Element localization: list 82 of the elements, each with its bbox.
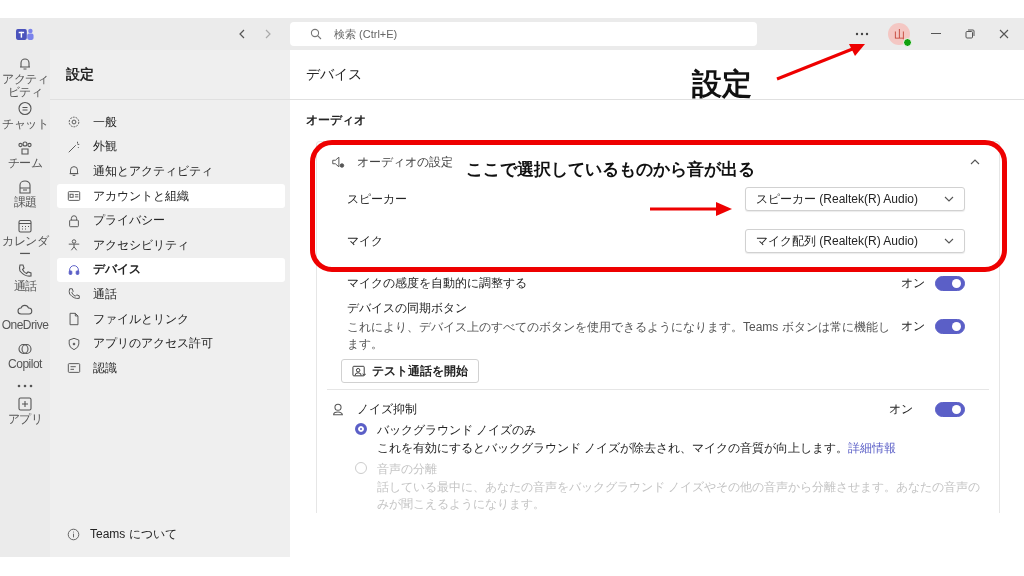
dropdown-label: マイク <box>347 232 383 250</box>
settings-nav-item[interactable]: 認識 <box>57 355 285 381</box>
toggle-switch[interactable] <box>935 319 965 334</box>
phone-icon <box>67 287 81 302</box>
settings-nav-item[interactable]: プライバシー <box>57 208 285 233</box>
setting-label: マイクの感度を自動的に調整する <box>347 274 528 292</box>
app-bar-item[interactable]: 通話 <box>0 263 50 300</box>
app-bar-item[interactable]: Copilot <box>0 341 50 378</box>
info-icon <box>67 528 80 541</box>
speaker-gear-icon <box>331 155 345 169</box>
test-call-button[interactable]: テスト通話を開始 <box>341 359 479 383</box>
chevron-right-icon <box>263 29 273 39</box>
chevron-up-icon <box>970 159 980 165</box>
toggle-state-label: オン <box>889 400 913 418</box>
setting-label: ノイズ抑制 <box>357 400 418 418</box>
id-card-icon <box>67 189 81 204</box>
test-call-icon <box>352 364 366 378</box>
app-bar-item[interactable]: 課題 <box>0 179 50 216</box>
toggle-switch[interactable] <box>935 401 965 417</box>
close-icon <box>999 29 1009 39</box>
toggle-state-label: オン <box>901 274 925 292</box>
option-label: バックグラウンド ノイズのみ <box>377 422 538 439</box>
annotation-label: 設定 <box>692 66 752 102</box>
device-dropdown[interactable]: スピーカー (Realtek(R) Audio) <box>745 187 965 211</box>
more-apps-icon[interactable] <box>17 384 33 389</box>
wand-icon <box>67 139 81 154</box>
radio-button[interactable] <box>355 423 367 435</box>
app-bar-item[interactable]: アクティビティ <box>0 56 50 99</box>
toggle-state-label: オン <box>901 318 925 335</box>
app-bar-item[interactable]: チャット <box>0 101 50 138</box>
bell-icon <box>67 164 81 179</box>
calendar-icon <box>17 218 33 235</box>
toggle-switch[interactable] <box>935 275 965 291</box>
setting-description: これにより、デバイス上のすべてのボタンを使用できるようになります。Teams ボタンは常に機能します。 <box>347 319 891 353</box>
add-icon <box>17 396 33 413</box>
settings-title: 設定 <box>66 65 94 84</box>
chevron-left-icon <box>237 29 247 39</box>
more-icon <box>855 32 869 36</box>
settings-nav-item[interactable]: アクセシビリティ <box>57 232 285 258</box>
minimize-icon <box>931 33 941 35</box>
settings-nav-item[interactable]: デバイス <box>57 257 285 283</box>
settings-nav-item[interactable]: 一般 <box>57 110 285 135</box>
settings-nav-item[interactable]: 通知とアクティビティ <box>57 159 285 184</box>
headset-icon <box>67 262 81 277</box>
lock-icon <box>67 213 81 228</box>
chat-icon <box>17 101 33 118</box>
user-avatar[interactable]: 山 <box>888 23 910 45</box>
search-field[interactable]: 検索 (Ctrl+E) <box>290 22 757 46</box>
settings-nav-item[interactable]: 通話 <box>57 282 285 307</box>
app-bar-item[interactable]: カレンダー <box>0 218 50 261</box>
caption-icon <box>67 361 81 376</box>
app-bar-item[interactable]: アプリ <box>0 396 50 433</box>
dropdown-label: スピーカー <box>347 190 407 208</box>
settings-nav-item[interactable]: アカウントと組織 <box>57 183 285 209</box>
app-bar-item[interactable]: OneDrive <box>0 302 50 339</box>
settings-nav-item[interactable]: ファイルとリンク <box>57 306 285 332</box>
app-bar-item[interactable]: チーム <box>0 140 50 177</box>
settings-nav-item[interactable]: アプリのアクセス許可 <box>57 331 285 356</box>
teams-logo-icon <box>16 26 34 42</box>
learn-more-link[interactable]: 詳細情報 <box>848 441 897 455</box>
restore-icon <box>965 29 975 39</box>
shield-icon <box>67 336 81 351</box>
page-title: デバイス <box>306 65 362 84</box>
file-icon <box>67 312 81 327</box>
device-dropdown[interactable]: マイク配列 (Realtek(R) Audio) <box>745 229 965 253</box>
annotation-note: ここで選択しているものから音が出る <box>466 159 755 181</box>
option-description: これを有効にするとバックグラウンド ノイズが除去され、マイクの音質が向上します。詳細情報 <box>377 440 897 457</box>
person-icon <box>331 402 345 416</box>
backpack-icon <box>17 179 33 196</box>
accessibility-icon <box>67 238 81 253</box>
settings-nav-item[interactable]: 外観 <box>57 134 285 160</box>
settings-icon <box>67 115 81 130</box>
chevron-down-icon <box>944 196 954 202</box>
people-icon <box>17 140 33 157</box>
bell-icon <box>17 56 33 72</box>
status-dot <box>903 38 912 47</box>
phone-icon <box>17 263 33 280</box>
setting-label: デバイスの同期ボタン <box>347 300 468 317</box>
about-teams-link[interactable]: Teams について <box>67 526 290 543</box>
card-title: オーディオの設定 <box>357 153 453 171</box>
section-heading: オーディオ <box>306 112 367 129</box>
chevron-down-icon <box>944 238 954 244</box>
